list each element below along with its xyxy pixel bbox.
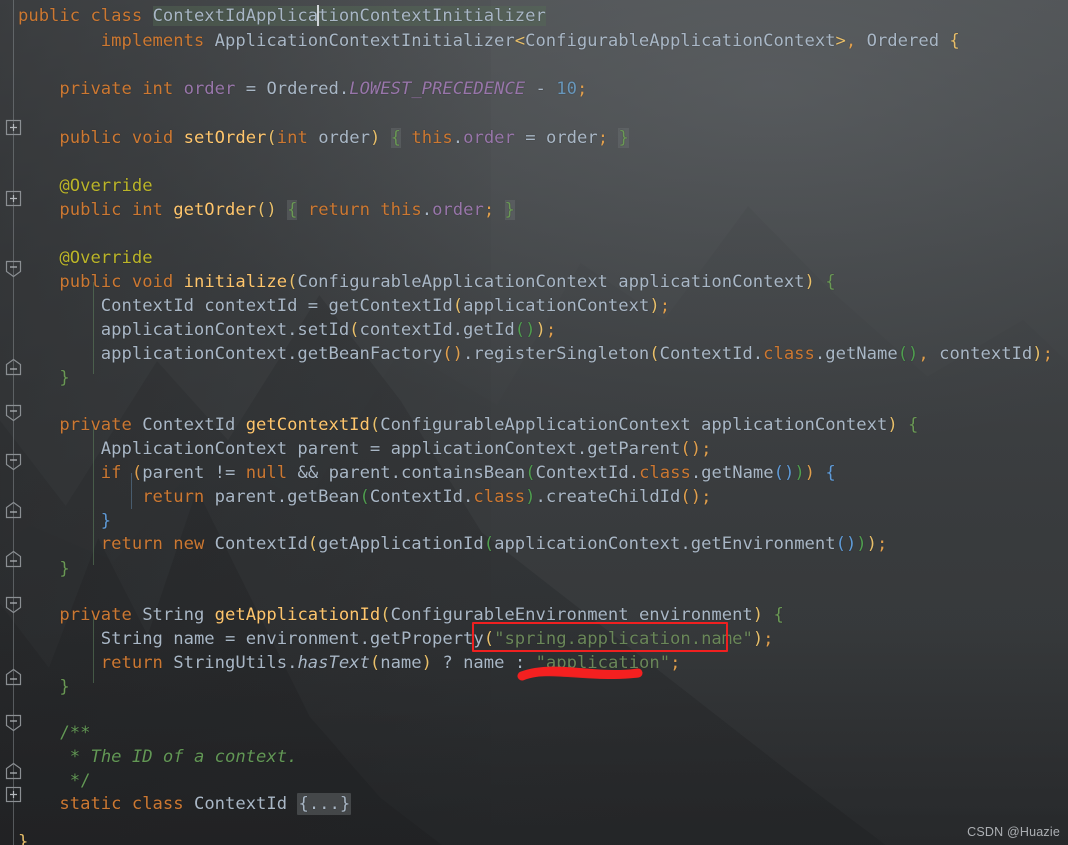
fold-expand-get-order[interactable] — [5, 190, 22, 207]
code-line-2: implements ApplicationContextInitializer… — [18, 29, 960, 54]
fold-minus-icon — [5, 550, 22, 568]
fold-minus-icon — [5, 596, 22, 614]
fold-plus-icon — [5, 786, 22, 803]
editor-gutter[interactable] — [0, 0, 28, 845]
fold-collapse-getapplicationid[interactable] — [5, 596, 22, 613]
code-line-20: if (parent != null && parent.containsBea… — [18, 461, 836, 486]
folded-class-body[interactable]: {...} — [297, 793, 351, 815]
fold-collapse-initialize-end[interactable] — [5, 358, 22, 375]
code-line-12: public void initialize(ConfigurableAppli… — [18, 270, 836, 295]
code-line-32: * The ID of a context. — [18, 745, 297, 770]
code-line-4: private int order = Ordered.LOWEST_PRECE… — [18, 77, 587, 102]
code-line-13: ContextId contextId = getContextId(appli… — [18, 294, 670, 319]
fold-collapse-getapplicationid-end[interactable] — [5, 668, 22, 685]
code-line-15: applicationContext.getBeanFactory().regi… — [18, 342, 1053, 367]
code-line-31: /** — [18, 721, 90, 746]
code-line-33: */ — [18, 769, 90, 794]
code-line-21: return parent.getBean(ContextId.class).c… — [18, 485, 711, 510]
code-line-6: public void setOrder(int order) { this.o… — [18, 126, 629, 151]
fold-minus-icon — [5, 453, 22, 471]
code-line-14: applicationContext.setId(contextId.getId… — [18, 318, 556, 343]
fold-collapse-javadoc-end[interactable] — [5, 762, 22, 779]
fold-minus-icon — [5, 358, 22, 376]
fold-collapse-initialize[interactable] — [5, 260, 22, 277]
code-line-19: ApplicationContext parent = applicationC… — [18, 437, 711, 462]
fold-plus-icon — [5, 190, 22, 207]
code-text-area[interactable]: public class ContextIdApplicationContext… — [0, 0, 1068, 845]
fold-plus-icon — [5, 119, 22, 136]
fold-collapse-getcontextid[interactable] — [5, 404, 22, 421]
fold-collapse-getcontextid-end[interactable] — [5, 550, 22, 567]
code-line-8: @Override — [18, 174, 153, 199]
fold-minus-icon — [5, 501, 22, 519]
code-line-34: static class ContextId {...} — [18, 792, 351, 817]
code-line-11: @Override — [18, 246, 153, 271]
code-line-28: return StringUtils.hasText(name) ? name … — [18, 651, 680, 676]
fold-collapse-if-block[interactable] — [5, 453, 22, 470]
code-editor[interactable]: public class ContextIdApplicationContext… — [0, 0, 1068, 845]
code-line-9: public int getOrder() { return this.orde… — [18, 198, 515, 223]
code-line-23: return new ContextId(getApplicationId(ap… — [18, 532, 887, 557]
code-line-1: public class ContextIdApplicationContext… — [18, 4, 546, 29]
csdn-watermark: CSDN @Huazie — [967, 825, 1060, 839]
code-line-18: private ContextId getContextId(Configura… — [18, 413, 918, 438]
fold-expand-contextid-class[interactable] — [5, 786, 22, 803]
fold-minus-icon — [5, 260, 22, 278]
fold-collapse-javadoc[interactable] — [5, 714, 22, 731]
fold-minus-icon — [5, 714, 22, 732]
code-line-22: } — [18, 509, 111, 534]
code-line-26: private String getApplicationId(Configur… — [18, 603, 784, 628]
code-line-27: String name = environment.getProperty("s… — [18, 627, 774, 652]
fold-minus-icon — [5, 668, 22, 686]
fold-minus-icon — [5, 404, 22, 422]
fold-collapse-if-block-end[interactable] — [5, 501, 22, 518]
fold-minus-icon — [5, 762, 22, 780]
fold-expand-set-order[interactable] — [5, 119, 22, 136]
